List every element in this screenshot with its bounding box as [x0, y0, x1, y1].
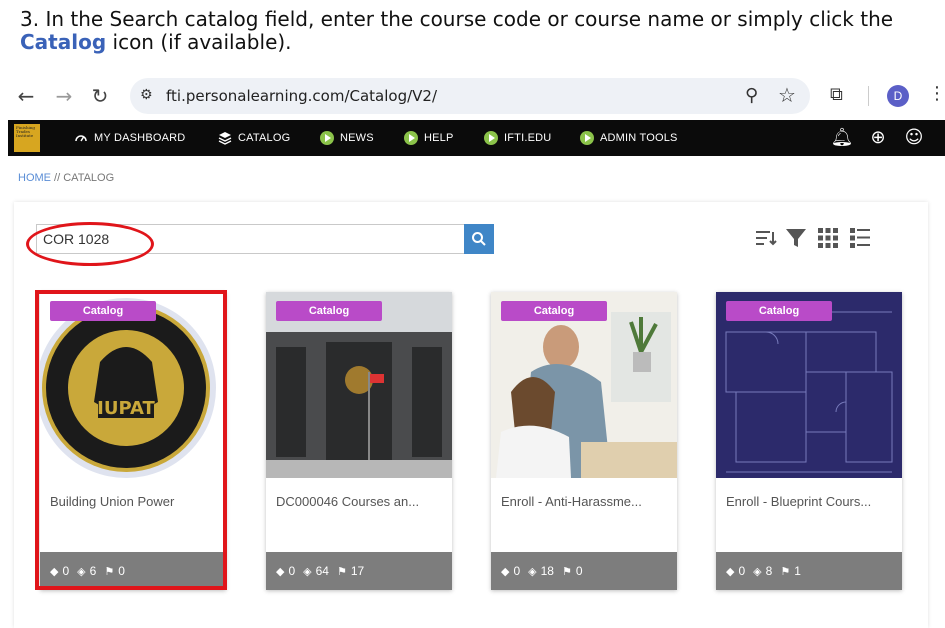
stat-value: 0: [575, 564, 583, 578]
layers-icon: [218, 132, 232, 145]
nav-news[interactable]: NEWS: [320, 120, 374, 156]
nav-ifti-edu[interactable]: IFTI.EDU: [484, 120, 551, 156]
stat-value: 8: [765, 564, 773, 578]
bookmark-star-icon[interactable]: ☆: [778, 83, 796, 107]
card-highlight-box: [35, 290, 227, 590]
breadcrumb: HOME // CATALOG: [18, 172, 114, 184]
stat-value: 0: [738, 564, 746, 578]
extensions-icon[interactable]: ⧉: [830, 84, 843, 105]
nav-label: ADMIN TOOLS: [600, 132, 678, 144]
user-icon: ⚑: [780, 564, 791, 578]
search-icon: [472, 232, 486, 246]
browser-menu-icon[interactable]: ⋮: [928, 83, 945, 104]
instruction-suffix: icon (if available).: [106, 30, 292, 54]
user-icon[interactable]: ☺: [902, 126, 926, 150]
address-bar[interactable]: ⚙ fti.personalearning.com/Catalog/V2/ ⚲ …: [130, 78, 810, 114]
play-icon: [404, 131, 418, 145]
stat-value: 0: [513, 564, 521, 578]
stat-value: 64: [315, 564, 329, 578]
nav-label: CATALOG: [238, 132, 291, 144]
play-icon: [484, 131, 498, 145]
zoom-icon[interactable]: ⚲: [745, 85, 758, 106]
profile-avatar[interactable]: D: [887, 85, 909, 107]
grid-view-icon[interactable]: [816, 226, 840, 250]
course-card[interactable]: Catalog DC000046 Courses an... ◆ 0 ◈ 64 ⚑ 1…: [266, 292, 452, 590]
globe-icon[interactable]: ⊕: [866, 126, 890, 150]
nav-admin-tools[interactable]: ADMIN TOOLS: [580, 120, 678, 156]
eraser-icon: ◈: [303, 564, 312, 578]
filter-icon[interactable]: [784, 226, 808, 250]
course-card[interactable]: Catalog Enroll - Anti-Harassme... ◆ 0 ◈ 18…: [491, 292, 677, 590]
stat-value: 0: [288, 564, 296, 578]
catalog-link-word: Catalog: [20, 30, 107, 54]
course-card[interactable]: Catalog Enroll - Blueprint Cours... ◆ 0 ◈…: [716, 292, 902, 590]
user-icon: ⚑: [561, 564, 572, 578]
nav-label: NEWS: [340, 132, 374, 144]
eraser-icon: ◈: [753, 564, 762, 578]
layers-icon: ◆: [276, 564, 285, 578]
course-stats: ◆ 0 ◈ 8 ⚑ 1: [716, 552, 902, 590]
layers-icon: ◆: [726, 564, 735, 578]
bell-icon[interactable]: 🔔︎: [830, 126, 854, 150]
nav-label: HELP: [424, 132, 454, 144]
reload-icon[interactable]: ↻: [88, 84, 112, 108]
play-icon: [580, 131, 594, 145]
nav-catalog[interactable]: CATALOG: [218, 120, 290, 156]
breadcrumb-home[interactable]: HOME: [18, 172, 51, 184]
sort-icon[interactable]: [754, 226, 778, 250]
breadcrumb-current: // CATALOG: [51, 172, 115, 184]
nav-my-dashboard[interactable]: MY DASHBOARD: [74, 120, 185, 156]
catalog-badge: Catalog: [726, 301, 832, 321]
browser-toolbar: ← → ↻ ⚙ fti.personalearning.com/Catalog/…: [0, 74, 945, 118]
site-info-icon[interactable]: ⚙: [140, 87, 158, 105]
forward-icon[interactable]: →: [52, 84, 76, 108]
toolbar-divider: [868, 86, 869, 106]
course-stats: ◆ 0 ◈ 18 ⚑ 0: [491, 552, 677, 590]
url-text[interactable]: fti.personalearning.com/Catalog/V2/: [166, 87, 437, 105]
instruction-prefix: 3. In the Search catalog field, enter th…: [20, 7, 894, 31]
catalog-badge: Catalog: [276, 301, 382, 321]
catalog-badge: Catalog: [501, 301, 607, 321]
course-title[interactable]: Enroll - Anti-Harassme...: [501, 494, 671, 509]
stat-value: 1: [794, 564, 801, 578]
nav-label: MY DASHBOARD: [94, 132, 186, 144]
eraser-icon: ◈: [528, 564, 537, 578]
user-icon: ⚑: [336, 564, 347, 578]
course-title[interactable]: DC000046 Courses an...: [276, 494, 446, 509]
stat-value: 18: [540, 564, 554, 578]
course-stats: ◆ 0 ◈ 64 ⚑ 17: [266, 552, 452, 590]
nav-label: IFTI.EDU: [504, 132, 552, 144]
play-icon: [320, 131, 334, 145]
dashboard-icon: [75, 135, 87, 142]
search-highlight-oval: [26, 222, 154, 266]
app-navbar: Finishing Trades Institute MY DASHBOARD …: [8, 120, 945, 156]
course-title[interactable]: Enroll - Blueprint Cours...: [726, 494, 896, 509]
nav-help[interactable]: HELP: [404, 120, 454, 156]
back-icon[interactable]: ←: [14, 84, 38, 108]
stat-value: 17: [350, 564, 365, 578]
instruction-text: 3. In the Search catalog field, enter th…: [20, 8, 930, 54]
site-logo[interactable]: Finishing Trades Institute: [14, 124, 40, 152]
list-view-icon[interactable]: [848, 226, 872, 250]
layers-icon: ◆: [501, 564, 510, 578]
search-button[interactable]: [464, 224, 494, 254]
